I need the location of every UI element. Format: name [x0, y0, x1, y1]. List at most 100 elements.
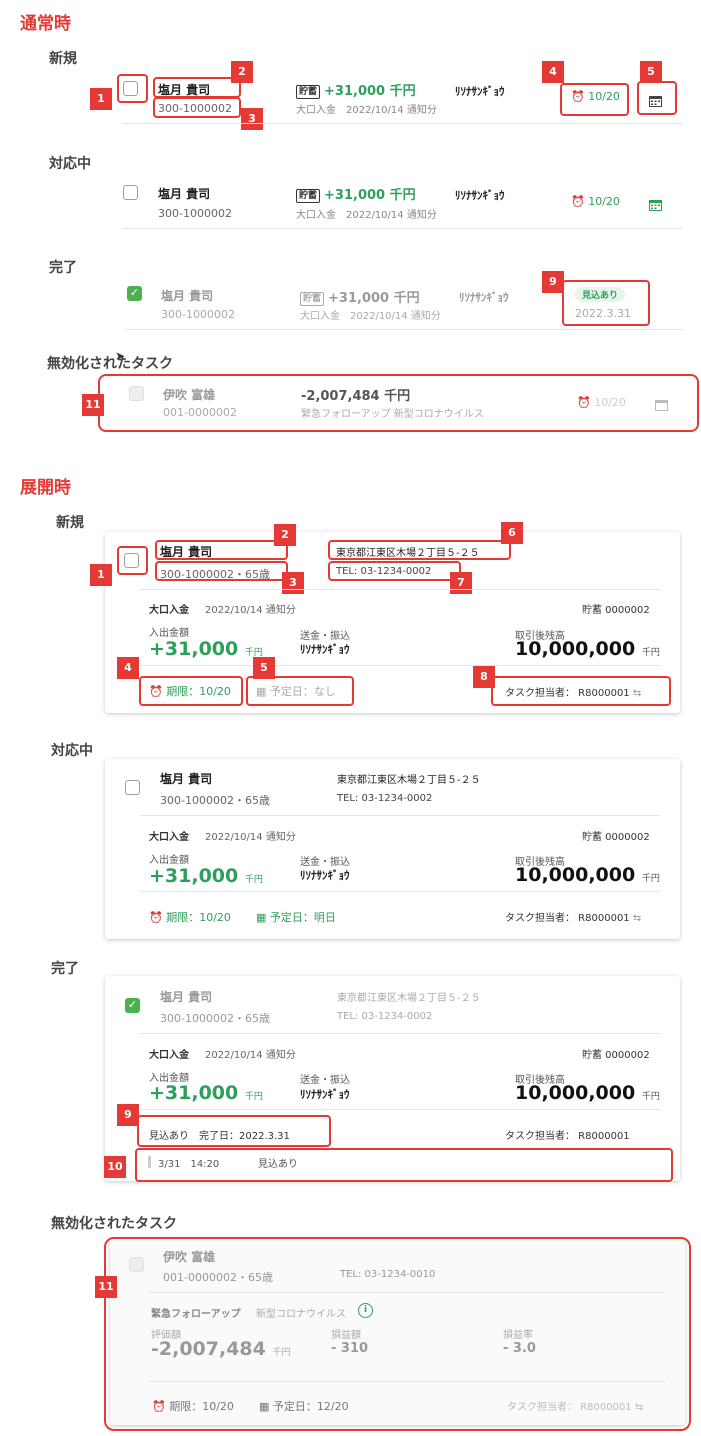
customer-name[interactable]: 塩月 貴司: [160, 770, 212, 787]
due-date-label: 10/20: [594, 396, 626, 409]
subsection-new: 新規: [49, 51, 77, 67]
annotation-box-5: [637, 81, 677, 115]
amount-unit: 千円: [244, 1092, 263, 1102]
pl-label: 損益額: [331, 1330, 361, 1341]
transaction-type: 大口入金: [149, 832, 189, 843]
customer-name[interactable]: 塩月 貴司: [160, 988, 212, 1005]
amount-value: +31,000: [149, 865, 239, 887]
phone-number[interactable]: TEL: 03-1234-0002: [337, 793, 432, 804]
assignee: タスク担当者： R8000001: [505, 1131, 630, 1142]
card-divider: [140, 665, 660, 666]
annotation-box-3: [155, 561, 288, 581]
annotation-badge-11: 11: [95, 1276, 117, 1298]
cursor-icon: ➤: [115, 349, 126, 363]
row-divider: [122, 228, 683, 229]
annotation-box-9: [137, 1115, 331, 1147]
balance-unit: 千円: [641, 874, 660, 884]
address: 東京都江東区木場２丁目５-２５: [337, 775, 481, 786]
annotation-box-8: [491, 676, 671, 706]
annotation-box-9: [562, 280, 650, 326]
task-checkbox[interactable]: [125, 780, 140, 795]
card-divider: [140, 1033, 660, 1034]
transfer-counterparty: ﾘｿﾅｻﾝｷﾞｮｳ: [459, 291, 509, 304]
amount: +31,000 千円: [324, 84, 416, 99]
annotation-badge-10: 10: [104, 1156, 126, 1178]
transfer-counterparty: ﾘｿﾅｻﾝｷﾞｮｳ: [300, 643, 350, 656]
annotation-box-1: [117, 546, 148, 575]
annotation-box-2: [153, 77, 241, 98]
savings-tag: 貯蓄: [296, 189, 321, 203]
eval-value: -2,007,484: [151, 1338, 266, 1360]
annotation-badge-3: 3: [282, 572, 304, 594]
customer-code: 300-1000002・65歳: [160, 1012, 270, 1025]
amount-label: 入出金額: [149, 855, 189, 866]
annotation-badge-3: 3: [241, 108, 263, 130]
transaction-info: 大口入金 2022/10/14 通知分: [296, 210, 437, 221]
card-divider: [140, 589, 660, 590]
annotation-badge-2: 2: [274, 524, 296, 546]
task-checkbox-checked[interactable]: ✓: [125, 998, 140, 1013]
transaction-info: 大口入金 2022/10/14 通知分: [300, 311, 441, 322]
info-icon[interactable]: i: [358, 1303, 373, 1318]
annotation-box-4: [139, 676, 243, 706]
customer-code: 300-1000002: [161, 308, 235, 321]
balance-unit: 千円: [641, 1092, 660, 1102]
transfer-label: 送金・振込: [300, 631, 350, 642]
annotation-box-7: [328, 561, 461, 581]
alarm-icon: ⏰: [571, 195, 585, 208]
customer-name: 伊吹 富雄: [163, 1250, 216, 1264]
due-date[interactable]: ⏰ 期限：10/20: [149, 909, 231, 925]
transaction-type: 大口入金: [149, 605, 189, 616]
due-date: ⏰ 期限：10/20: [152, 1398, 234, 1414]
assignee[interactable]: タスク担当者： R8000001 ⇆: [505, 909, 641, 924]
task-checkbox-disabled: [129, 386, 144, 401]
annotation-badge-9: 9: [117, 1104, 139, 1126]
task-checkbox[interactable]: [123, 185, 138, 200]
annotation-badge-1: 1: [90, 88, 112, 110]
annotation-badge-6: 6: [501, 522, 523, 544]
phone-number: TEL: 03-1234-0010: [340, 1269, 436, 1280]
assignee: タスク担当者： R8000001 ⇆: [507, 1398, 643, 1413]
notice-date: 2022/10/14 通知分: [205, 1050, 296, 1061]
subsection-inprogress: 対応中: [49, 156, 91, 172]
assignee-label: タスク担当者： R8000001: [505, 913, 630, 924]
amount-value: +31,000: [149, 638, 239, 660]
alarm-icon: ⏰: [149, 911, 163, 924]
planned-date-label: 予定日：12/20: [272, 1400, 349, 1413]
swap-icon[interactable]: ⇆: [633, 913, 641, 924]
due-date-label: 期限：10/20: [166, 911, 231, 924]
customer-code: 300-1000002: [158, 207, 232, 220]
alarm-icon: ⏰: [577, 396, 591, 409]
annotation-box-2: [155, 540, 288, 560]
customer-name[interactable]: 塩月 貴司: [158, 185, 210, 202]
due-date[interactable]: ⏰ 10/20: [571, 195, 620, 208]
annotation-badge-9: 9: [542, 271, 564, 293]
card-divider: [148, 1381, 666, 1382]
subsection-done: 完了: [51, 961, 79, 977]
task-type: 緊急フォローアップ: [151, 1309, 241, 1320]
customer-code: 001-0000002: [163, 406, 237, 419]
task-info: 緊急フォローアップ 新型コロナウイルス: [301, 409, 484, 420]
annotation-badge-8: 8: [473, 666, 495, 688]
amount: -2,007,484 千円: [301, 389, 411, 404]
amount-value: +31,000: [149, 1082, 239, 1104]
balance-unit: 千円: [641, 648, 660, 658]
notice-date: 2022/10/14 通知分: [205, 605, 296, 616]
customer-name[interactable]: 塩月 貴司: [161, 287, 213, 304]
due-date-label: 期限：10/20: [169, 1400, 234, 1413]
annotation-badge-4: 4: [117, 657, 139, 679]
annotation-badge-5: 5: [640, 61, 662, 83]
balance-value: 10,000,000: [515, 864, 636, 886]
annotation-badge-2: 2: [231, 61, 253, 83]
task-checkbox-checked[interactable]: ✓: [127, 286, 142, 301]
customer-code: 001-0000002・65歳: [163, 1271, 273, 1284]
savings-tag: 貯蓄: [300, 292, 325, 306]
planned-date[interactable]: ▦ 予定日：明日: [256, 909, 336, 925]
transaction-info: 大口入金 2022/10/14 通知分: [296, 105, 437, 116]
annotation-badge-7: 7: [450, 572, 472, 594]
customer-name: 伊吹 富雄: [163, 388, 216, 402]
annotation-badge-5: 5: [253, 657, 275, 679]
subsection-disabled: 無効化されたタスク: [51, 1216, 177, 1232]
calendar-icon[interactable]: [649, 196, 662, 215]
phone-number[interactable]: TEL: 03-1234-0002: [337, 1011, 432, 1022]
